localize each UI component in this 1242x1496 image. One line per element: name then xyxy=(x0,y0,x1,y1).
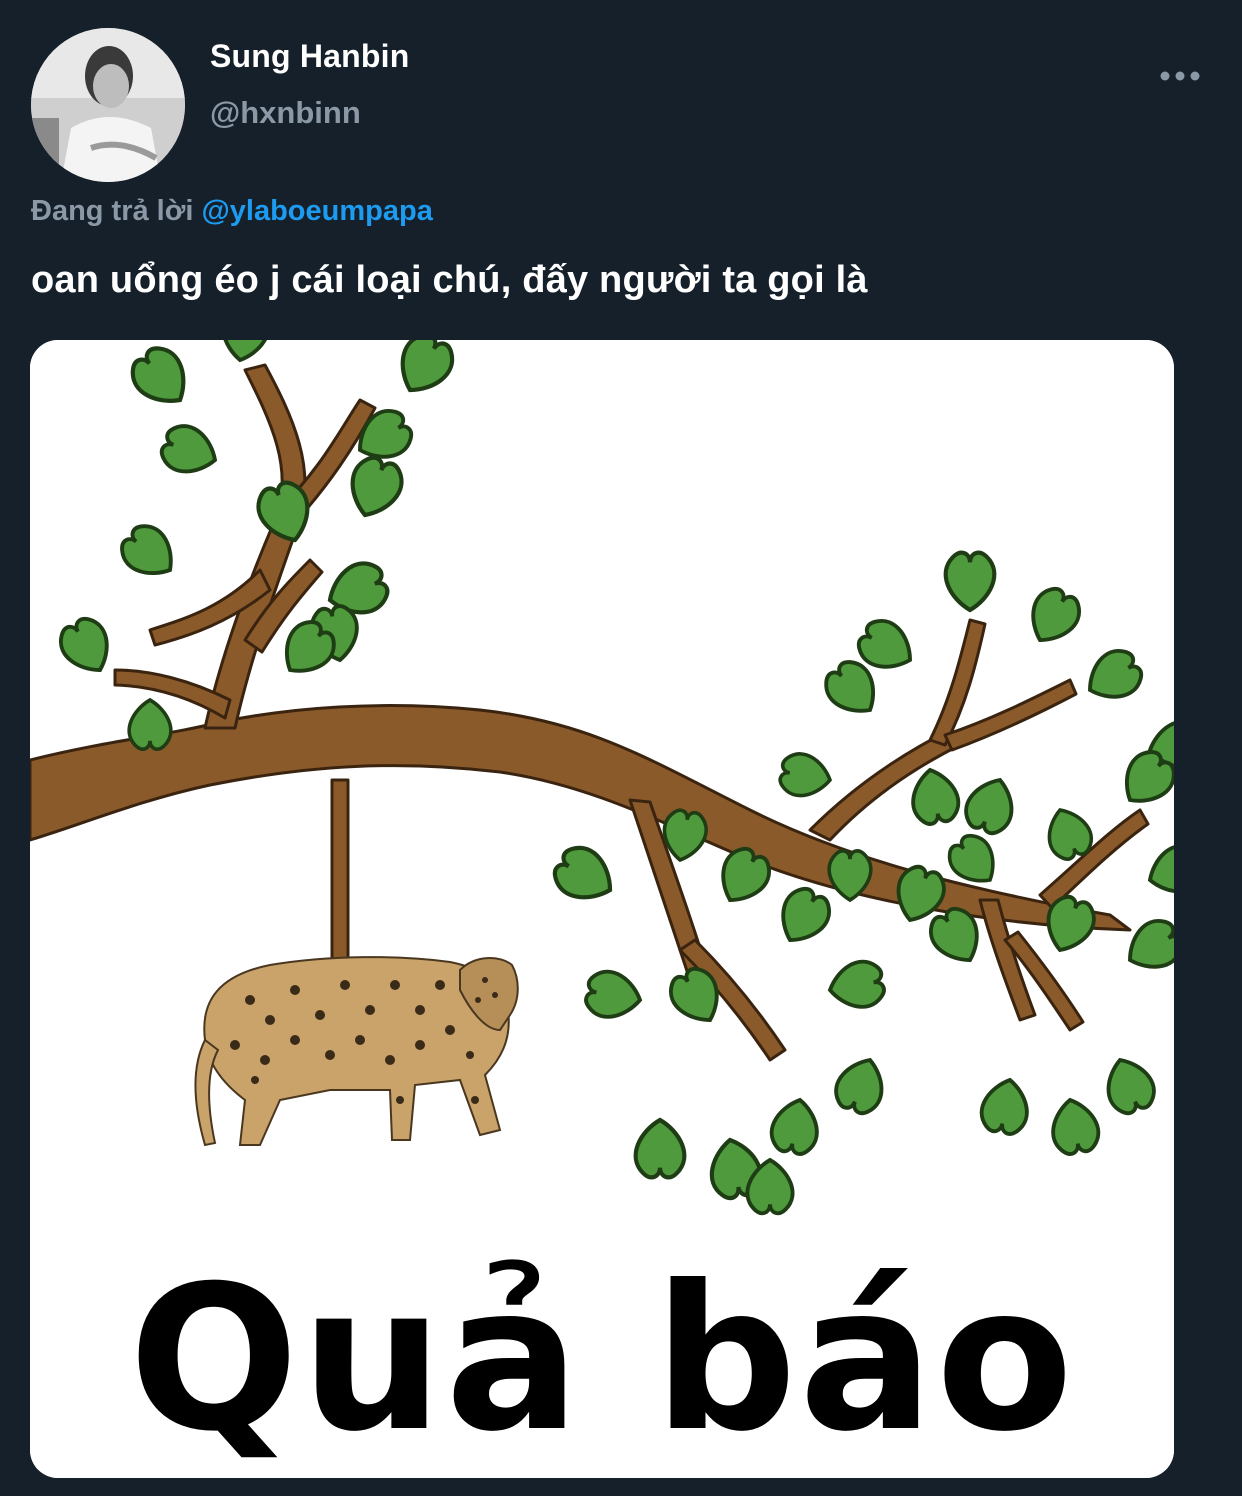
replying-to: Đang trả lời @ylaboeumpapa xyxy=(31,195,433,228)
avatar[interactable] xyxy=(31,28,185,182)
more-options-button[interactable] xyxy=(1152,60,1208,92)
tweet-text: oan uổng éo j cái loại chú, đấy người ta… xyxy=(31,259,868,301)
replying-to-label: Đang trả lời xyxy=(31,195,194,227)
meme-caption: Quả báo xyxy=(128,1243,1076,1476)
more-horizontal-icon xyxy=(1160,71,1200,81)
author-display-name[interactable]: Sung Hanbin xyxy=(210,38,410,75)
author-handle[interactable]: @hxnbinn xyxy=(210,95,361,131)
tweet: Sung Hanbin @hxnbinn Đang trả lời @ylabo… xyxy=(0,0,1242,1496)
avatar-photo xyxy=(31,28,185,182)
tweet-media-image[interactable]: Quả báo xyxy=(30,340,1174,1478)
replying-to-mention-link[interactable]: @ylaboeumpapa xyxy=(201,195,432,227)
